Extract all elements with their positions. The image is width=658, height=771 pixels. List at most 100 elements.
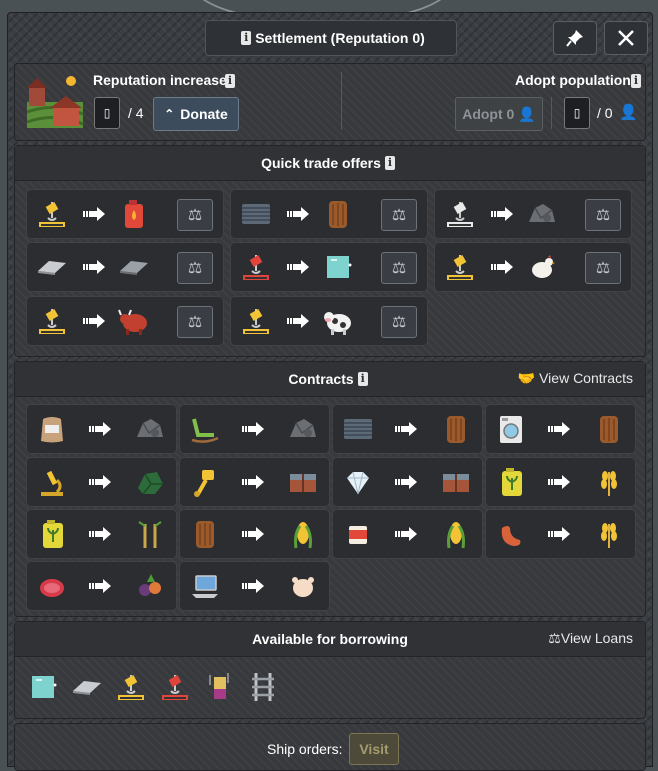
contract-card[interactable]: [485, 509, 636, 559]
view-contracts-link[interactable]: 🤝 View Contracts: [518, 370, 633, 387]
arrow-right-icon: [287, 259, 311, 275]
person-icon: 👤: [518, 105, 536, 122]
reputation-info-icon[interactable]: i: [225, 74, 235, 88]
battery-icon[interactable]: [202, 671, 236, 703]
contract-card[interactable]: [179, 404, 330, 454]
arrow-right-icon: [491, 259, 515, 275]
sugarcane-icon: [133, 518, 167, 550]
arrow-right-icon: [395, 421, 419, 437]
adopt-info-icon[interactable]: i: [631, 74, 641, 88]
steel-beam-icon: [239, 198, 273, 230]
balance-scale-icon: ⚖: [187, 207, 203, 224]
balance-scale-icon: ⚖: [391, 207, 407, 224]
view-loans-link[interactable]: ⚖View Loans: [548, 630, 633, 647]
adopt-label: Adopt 0: [462, 106, 515, 122]
canned-food-icon: [341, 518, 375, 550]
metal-plate-icon[interactable]: [70, 671, 104, 703]
trade-button[interactable]: ⚖: [381, 199, 417, 231]
trade-offer-card: ⚖: [26, 296, 224, 346]
divider: [341, 72, 342, 130]
arrow-right-icon: [242, 474, 266, 490]
contract-card[interactable]: [179, 509, 330, 559]
close-button[interactable]: [604, 21, 648, 55]
info-icon[interactable]: i: [241, 31, 252, 45]
contract-card[interactable]: [485, 457, 636, 507]
trade-button[interactable]: ⚖: [585, 199, 621, 231]
microscope-icon: [35, 466, 69, 498]
glass-icon[interactable]: [26, 671, 60, 703]
contract-card[interactable]: [332, 457, 483, 507]
contract-card[interactable]: [26, 457, 177, 507]
trade-offer-card: ⚖: [230, 242, 428, 292]
arrow-right-icon: [548, 474, 572, 490]
crate-icon: [286, 466, 320, 498]
trade-offer-card: ⚖: [230, 296, 428, 346]
crate-icon: [439, 466, 473, 498]
contracts-info-icon[interactable]: i: [357, 372, 368, 386]
quick-trade-info-icon[interactable]: i: [384, 156, 395, 170]
view-contracts-label: View Contracts: [539, 370, 633, 386]
contracts-title: Contracts: [288, 371, 354, 387]
arrow-right-icon: [548, 526, 572, 542]
chicken-meat-icon: [286, 570, 320, 602]
wood-log-icon: [439, 413, 473, 445]
wood-log-icon: [321, 198, 355, 230]
trade-button[interactable]: ⚖: [585, 252, 621, 284]
wheat-icon: [592, 518, 626, 550]
reputation-value-box: ▯: [94, 97, 120, 129]
donate-button[interactable]: ⌃ Donate: [153, 97, 239, 131]
contract-card[interactable]: [179, 561, 330, 611]
arrow-right-icon: [395, 526, 419, 542]
pin-button[interactable]: [553, 21, 597, 55]
adopt-button[interactable]: Adopt 0 👤: [455, 97, 543, 131]
balance-scale-icon: ⚖: [391, 314, 407, 331]
contract-card[interactable]: [332, 404, 483, 454]
handshake-icon: 🤝: [517, 370, 536, 386]
arrow-right-icon: [242, 421, 266, 437]
crane-icon: [35, 198, 69, 230]
trade-button[interactable]: ⚖: [381, 252, 417, 284]
loan-icon: ⚖: [548, 630, 561, 646]
close-icon: [618, 30, 634, 46]
trade-offer-card: ⚖: [26, 242, 224, 292]
metal-plate-dark-icon: [117, 251, 151, 283]
ore-green-icon: [133, 466, 167, 498]
contract-card[interactable]: [332, 509, 483, 559]
sausage-icon: [494, 518, 528, 550]
flour-sack-icon: [35, 413, 69, 445]
arrow-right-icon: [242, 578, 266, 594]
rock-icon: [133, 413, 167, 445]
crane-icon: [239, 305, 273, 337]
crane-red-icon[interactable]: [158, 671, 192, 703]
contract-card[interactable]: [26, 509, 177, 559]
arrow-right-icon: [548, 421, 572, 437]
trade-button[interactable]: ⚖: [177, 306, 213, 338]
arrow-right-icon: [89, 421, 113, 437]
arrow-right-icon: [89, 526, 113, 542]
trade-button[interactable]: ⚖: [381, 306, 417, 338]
population-value-box: ▯: [564, 97, 590, 129]
rock-icon: [525, 198, 559, 230]
fertilizer-icon: [35, 518, 69, 550]
rail-track-icon[interactable]: [246, 671, 280, 703]
crane-icon[interactable]: [114, 671, 148, 703]
donate-label: Donate: [180, 106, 228, 122]
trade-button[interactable]: ⚖: [177, 199, 213, 231]
arrow-right-icon: [287, 313, 311, 329]
contract-card[interactable]: [26, 561, 177, 611]
view-loans-label: View Loans: [560, 630, 633, 646]
contract-card[interactable]: [26, 404, 177, 454]
reputation-panel: Reputation increase i ▯ / 4 ⌃ Donate Ado…: [14, 63, 646, 141]
metal-plate-icon: [35, 251, 69, 283]
borrowing-panel: Available for borrowing ⚖View Loans: [14, 621, 646, 719]
wheat-icon: [592, 466, 626, 498]
reputation-label: Reputation increase: [93, 72, 227, 88]
trade-button[interactable]: ⚖: [177, 252, 213, 284]
contract-card[interactable]: [485, 404, 636, 454]
trade-offer-card: ⚖: [26, 189, 224, 239]
visit-button[interactable]: Visit: [349, 733, 399, 765]
rock-icon: [286, 413, 320, 445]
fertilizer-icon: [494, 466, 528, 498]
contract-card[interactable]: [179, 457, 330, 507]
arrow-right-icon: [83, 313, 107, 329]
